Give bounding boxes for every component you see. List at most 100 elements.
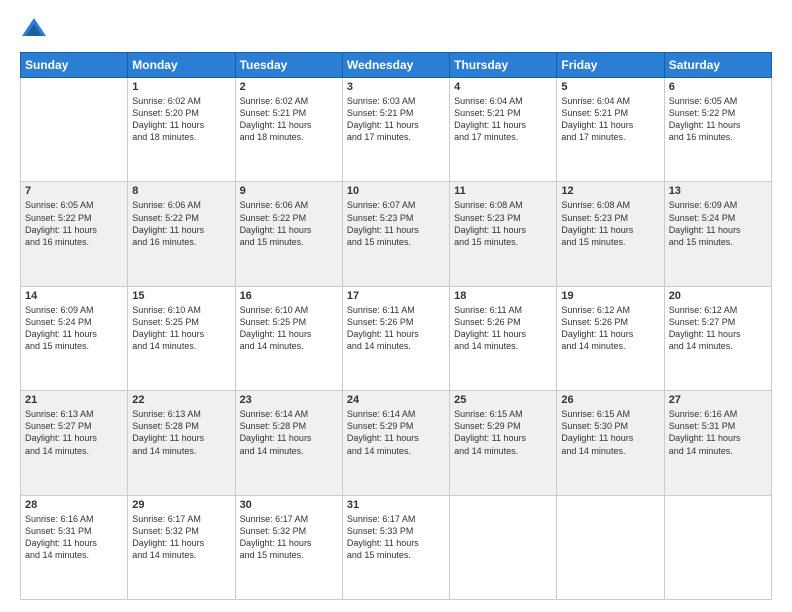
calendar-cell: 4 Sunrise: 6:04 AM Sunset: 5:21 PM Daylig…	[450, 78, 557, 182]
calendar-cell: 8 Sunrise: 6:06 AM Sunset: 5:22 PM Daylig…	[128, 182, 235, 286]
day-info: Sunrise: 6:08 AM Sunset: 5:23 PM Dayligh…	[561, 199, 659, 248]
calendar-cell	[664, 495, 771, 599]
weekday-header-monday: Monday	[128, 53, 235, 78]
page: SundayMondayTuesdayWednesdayThursdayFrid…	[0, 0, 792, 612]
calendar-cell	[450, 495, 557, 599]
weekday-header-thursday: Thursday	[450, 53, 557, 78]
calendar-cell: 11 Sunrise: 6:08 AM Sunset: 5:23 PM Dayli…	[450, 182, 557, 286]
day-number: 3	[347, 81, 445, 93]
day-info: Sunrise: 6:17 AM Sunset: 5:32 PM Dayligh…	[240, 513, 338, 562]
calendar-cell: 25 Sunrise: 6:15 AM Sunset: 5:29 PM Dayli…	[450, 391, 557, 495]
calendar-cell: 29 Sunrise: 6:17 AM Sunset: 5:32 PM Dayli…	[128, 495, 235, 599]
day-info: Sunrise: 6:13 AM Sunset: 5:28 PM Dayligh…	[132, 408, 230, 457]
calendar-cell: 23 Sunrise: 6:14 AM Sunset: 5:28 PM Dayli…	[235, 391, 342, 495]
day-number: 27	[669, 394, 767, 406]
day-info: Sunrise: 6:14 AM Sunset: 5:28 PM Dayligh…	[240, 408, 338, 457]
calendar-cell: 17 Sunrise: 6:11 AM Sunset: 5:26 PM Dayli…	[342, 286, 449, 390]
calendar-cell: 20Sunrise: 6:12 AM Sunset: 5:27 PM Dayli…	[664, 286, 771, 390]
calendar-cell: 9Sunrise: 6:06 AM Sunset: 5:22 PM Daylig…	[235, 182, 342, 286]
day-number: 23	[240, 394, 338, 406]
calendar-cell: 13Sunrise: 6:09 AM Sunset: 5:24 PM Dayli…	[664, 182, 771, 286]
day-info: Sunrise: 6:06 AM Sunset: 5:22 PM Dayligh…	[132, 199, 230, 248]
week-row-4: 21 Sunrise: 6:13 AM Sunset: 5:27 PM Dayli…	[21, 391, 772, 495]
calendar-cell	[21, 78, 128, 182]
day-number: 4	[454, 81, 552, 93]
day-info: Sunrise: 6:16 AM Sunset: 5:31 PM Dayligh…	[669, 408, 767, 457]
calendar-cell: 18 Sunrise: 6:11 AM Sunset: 5:26 PM Dayli…	[450, 286, 557, 390]
day-number: 16	[240, 290, 338, 302]
day-number: 7	[25, 185, 123, 197]
day-info: Sunrise: 6:02 AM Sunset: 5:21 PM Dayligh…	[240, 95, 338, 144]
day-number: 12	[561, 185, 659, 197]
day-number: 24	[347, 394, 445, 406]
weekday-header-wednesday: Wednesday	[342, 53, 449, 78]
calendar-cell: 2 Sunrise: 6:02 AM Sunset: 5:21 PM Daylig…	[235, 78, 342, 182]
day-number: 18	[454, 290, 552, 302]
day-info: Sunrise: 6:14 AM Sunset: 5:29 PM Dayligh…	[347, 408, 445, 457]
calendar-cell: 6 Sunrise: 6:05 AM Sunset: 5:22 PM Daylig…	[664, 78, 771, 182]
day-number: 13	[669, 185, 767, 197]
week-row-5: 28Sunrise: 6:16 AM Sunset: 5:31 PM Dayli…	[21, 495, 772, 599]
calendar-cell: 12 Sunrise: 6:08 AM Sunset: 5:23 PM Dayli…	[557, 182, 664, 286]
day-number: 19	[561, 290, 659, 302]
weekday-header-saturday: Saturday	[664, 53, 771, 78]
calendar-cell: 26 Sunrise: 6:15 AM Sunset: 5:30 PM Dayli…	[557, 391, 664, 495]
calendar-cell: 3 Sunrise: 6:03 AM Sunset: 5:21 PM Daylig…	[342, 78, 449, 182]
day-info: Sunrise: 6:10 AM Sunset: 5:25 PM Dayligh…	[132, 304, 230, 353]
day-number: 28	[25, 499, 123, 511]
day-info: Sunrise: 6:12 AM Sunset: 5:26 PM Dayligh…	[561, 304, 659, 353]
calendar-cell: 22Sunrise: 6:13 AM Sunset: 5:28 PM Dayli…	[128, 391, 235, 495]
header	[20, 16, 772, 44]
calendar-cell: 10 Sunrise: 6:07 AM Sunset: 5:23 PM Dayli…	[342, 182, 449, 286]
calendar-cell: 14 Sunrise: 6:09 AM Sunset: 5:24 PM Dayli…	[21, 286, 128, 390]
day-info: Sunrise: 6:17 AM Sunset: 5:32 PM Dayligh…	[132, 513, 230, 562]
day-info: Sunrise: 6:05 AM Sunset: 5:22 PM Dayligh…	[25, 199, 123, 248]
weekday-header-sunday: Sunday	[21, 53, 128, 78]
day-info: Sunrise: 6:13 AM Sunset: 5:27 PM Dayligh…	[25, 408, 123, 457]
calendar-cell: 1Sunrise: 6:02 AM Sunset: 5:20 PM Daylig…	[128, 78, 235, 182]
day-info: Sunrise: 6:04 AM Sunset: 5:21 PM Dayligh…	[561, 95, 659, 144]
day-info: Sunrise: 6:03 AM Sunset: 5:21 PM Dayligh…	[347, 95, 445, 144]
week-row-3: 14 Sunrise: 6:09 AM Sunset: 5:24 PM Dayli…	[21, 286, 772, 390]
day-info: Sunrise: 6:09 AM Sunset: 5:24 PM Dayligh…	[25, 304, 123, 353]
day-number: 8	[132, 185, 230, 197]
weekday-header-row: SundayMondayTuesdayWednesdayThursdayFrid…	[21, 53, 772, 78]
day-info: Sunrise: 6:10 AM Sunset: 5:25 PM Dayligh…	[240, 304, 338, 353]
calendar-cell: 24 Sunrise: 6:14 AM Sunset: 5:29 PM Dayli…	[342, 391, 449, 495]
day-info: Sunrise: 6:15 AM Sunset: 5:30 PM Dayligh…	[561, 408, 659, 457]
day-info: Sunrise: 6:05 AM Sunset: 5:22 PM Dayligh…	[669, 95, 767, 144]
day-info: Sunrise: 6:15 AM Sunset: 5:29 PM Dayligh…	[454, 408, 552, 457]
week-row-1: 1Sunrise: 6:02 AM Sunset: 5:20 PM Daylig…	[21, 78, 772, 182]
calendar-cell: 28Sunrise: 6:16 AM Sunset: 5:31 PM Dayli…	[21, 495, 128, 599]
day-info: Sunrise: 6:04 AM Sunset: 5:21 PM Dayligh…	[454, 95, 552, 144]
day-number: 14	[25, 290, 123, 302]
day-info: Sunrise: 6:07 AM Sunset: 5:23 PM Dayligh…	[347, 199, 445, 248]
day-number: 17	[347, 290, 445, 302]
day-info: Sunrise: 6:08 AM Sunset: 5:23 PM Dayligh…	[454, 199, 552, 248]
day-number: 25	[454, 394, 552, 406]
calendar-cell: 15Sunrise: 6:10 AM Sunset: 5:25 PM Dayli…	[128, 286, 235, 390]
logo	[20, 16, 52, 44]
day-number: 21	[25, 394, 123, 406]
day-number: 20	[669, 290, 767, 302]
day-info: Sunrise: 6:06 AM Sunset: 5:22 PM Dayligh…	[240, 199, 338, 248]
calendar-cell: 5 Sunrise: 6:04 AM Sunset: 5:21 PM Daylig…	[557, 78, 664, 182]
day-number: 5	[561, 81, 659, 93]
calendar-cell: 30 Sunrise: 6:17 AM Sunset: 5:32 PM Dayli…	[235, 495, 342, 599]
calendar-cell	[557, 495, 664, 599]
day-number: 1	[132, 81, 230, 93]
day-info: Sunrise: 6:17 AM Sunset: 5:33 PM Dayligh…	[347, 513, 445, 562]
calendar-cell: 16 Sunrise: 6:10 AM Sunset: 5:25 PM Dayli…	[235, 286, 342, 390]
day-number: 29	[132, 499, 230, 511]
calendar-cell: 21 Sunrise: 6:13 AM Sunset: 5:27 PM Dayli…	[21, 391, 128, 495]
day-info: Sunrise: 6:11 AM Sunset: 5:26 PM Dayligh…	[347, 304, 445, 353]
day-number: 11	[454, 185, 552, 197]
calendar-cell: 27 Sunrise: 6:16 AM Sunset: 5:31 PM Dayli…	[664, 391, 771, 495]
day-info: Sunrise: 6:11 AM Sunset: 5:26 PM Dayligh…	[454, 304, 552, 353]
day-number: 6	[669, 81, 767, 93]
day-number: 26	[561, 394, 659, 406]
day-number: 10	[347, 185, 445, 197]
calendar-cell: 19 Sunrise: 6:12 AM Sunset: 5:26 PM Dayli…	[557, 286, 664, 390]
day-number: 2	[240, 81, 338, 93]
day-number: 30	[240, 499, 338, 511]
